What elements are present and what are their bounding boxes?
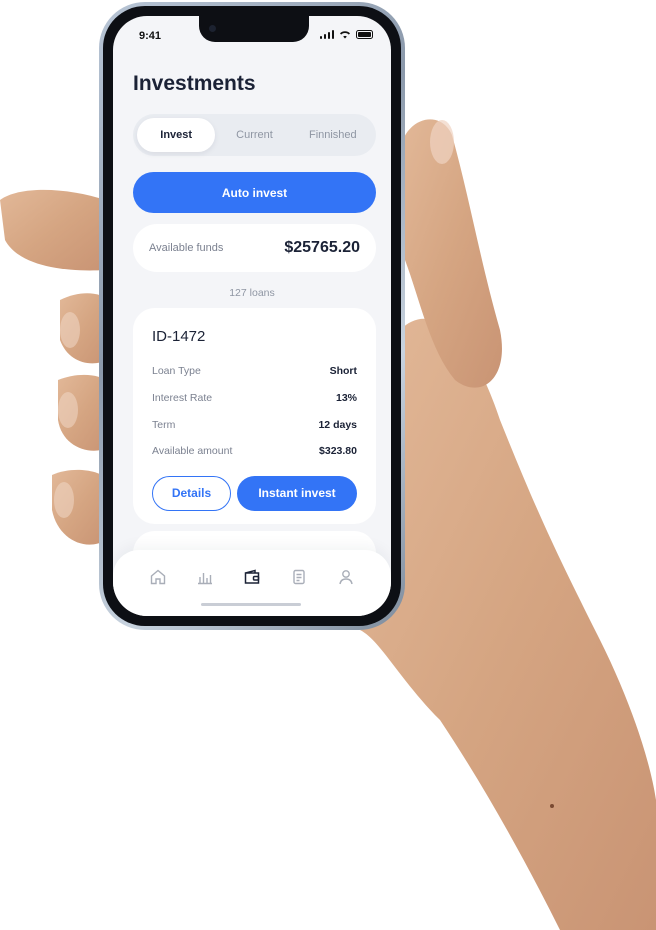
notch	[199, 16, 309, 42]
loan-card: ID-1472 Loan Type Short Interest Rate 13…	[133, 308, 376, 524]
signal-icon	[319, 30, 334, 39]
wifi-icon	[340, 31, 350, 39]
wallet-icon[interactable]	[239, 564, 265, 590]
home-indicator[interactable]	[201, 603, 301, 606]
tab-finished[interactable]: Finnished	[294, 118, 372, 152]
page-title: Investments	[133, 72, 256, 95]
loan-row: Term 12 days	[152, 411, 357, 438]
tab-invest[interactable]: Invest	[137, 118, 216, 152]
loan-row: Available amount $323.80	[152, 438, 357, 465]
instant-invest-button[interactable]: Instant invest	[237, 475, 357, 511]
loans-count: 127 loans	[229, 287, 275, 299]
segmented-tabs: Invest Current Finnished	[133, 114, 376, 156]
loan-id: ID-1472	[152, 328, 206, 345]
loan-row-value: 13%	[335, 392, 357, 405]
loan-row-value: Short	[329, 365, 357, 378]
auto-invest-button[interactable]: Auto invest	[133, 172, 376, 213]
available-funds-card: Available funds $25765.20	[133, 224, 376, 272]
loan-row-key: Term	[152, 418, 176, 431]
document-icon[interactable]	[286, 564, 312, 590]
home-icon[interactable]	[145, 564, 171, 590]
status-time: 9:41	[139, 30, 162, 42]
phone-bezel: 9:41 Investments Invest Current Finnishe…	[103, 6, 401, 626]
battery-icon	[356, 30, 373, 39]
camera-icon	[209, 25, 216, 32]
status-icons	[319, 30, 373, 39]
loan-row-value: 12 days	[318, 418, 357, 431]
details-button[interactable]: Details	[152, 475, 231, 511]
funds-label: Available funds	[149, 242, 224, 254]
app-screen: 9:41 Investments Invest Current Finnishe…	[113, 16, 391, 616]
loan-row-key: Available amount	[152, 445, 233, 458]
loan-row-key: Loan Type	[152, 365, 201, 378]
bottom-tab-bar	[113, 550, 391, 616]
loan-row: Interest Rate 13%	[152, 385, 357, 412]
loan-row-value: $323.80	[319, 445, 357, 458]
chart-icon[interactable]	[192, 564, 218, 590]
profile-icon[interactable]	[333, 564, 359, 590]
loan-actions: Details Instant invest	[152, 475, 357, 511]
phone-frame: 9:41 Investments Invest Current Finnishe…	[99, 2, 405, 630]
loan-row: Loan Type Short	[152, 358, 357, 385]
funds-amount: $25765.20	[284, 239, 360, 256]
tab-current[interactable]: Current	[215, 118, 293, 152]
loan-row-key: Interest Rate	[152, 392, 213, 405]
